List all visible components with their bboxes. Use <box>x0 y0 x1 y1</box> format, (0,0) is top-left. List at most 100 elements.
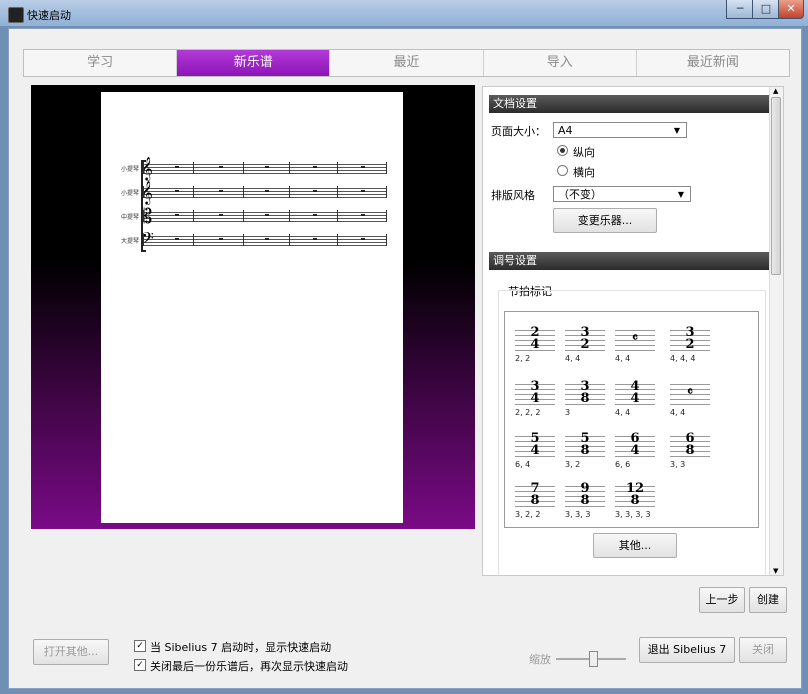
whole-rest <box>265 190 269 192</box>
time-signature-bottom: 8 <box>580 493 590 508</box>
close-icon[interactable]: ✕ <box>778 0 804 19</box>
beam-group-label: 4, 4 <box>565 354 581 363</box>
time-signature-glyph: 54 <box>515 432 555 458</box>
back-button[interactable]: 上一步 <box>699 587 745 613</box>
staff-bracket <box>141 160 146 252</box>
sibelius-app-icon <box>8 7 24 23</box>
exit-sibelius-button[interactable]: 退出 Sibelius 7 <box>639 637 735 663</box>
show-on-start-checkbox[interactable]: ✓ <box>134 640 146 652</box>
time-signature-glyph: 38 <box>565 380 605 406</box>
time-signature-glyph: 𝄴 <box>670 380 710 406</box>
time-signature-glyph: 78 <box>515 482 555 508</box>
barline <box>289 186 290 198</box>
tab-new-score[interactable]: 新乐谱 <box>177 50 331 76</box>
scroll-down-icon[interactable]: ▼ <box>773 567 778 575</box>
whole-rest <box>361 190 365 192</box>
barline <box>337 186 338 198</box>
settings-scrollbar[interactable]: ▲ ▼ <box>769 87 783 575</box>
barline <box>289 234 290 246</box>
staff-name: 中提琴 <box>120 214 139 221</box>
scrollbar-thumb[interactable] <box>771 97 781 275</box>
whole-rest <box>313 166 317 168</box>
time-signature-bottom: 4 <box>530 391 540 406</box>
barline <box>243 210 244 222</box>
staff-lines <box>143 210 387 222</box>
staff-lines <box>143 162 387 174</box>
whole-rest <box>361 166 365 168</box>
portrait-radio[interactable] <box>557 145 568 156</box>
barline <box>289 162 290 174</box>
time-signature-glyph: 58 <box>565 432 605 458</box>
title-bar: 快速启动 ─ □ ✕ <box>0 0 808 26</box>
beam-group-label: 6, 6 <box>615 460 631 469</box>
page-size-label: 页面大小： <box>491 125 546 138</box>
maximize-icon[interactable]: □ <box>752 0 780 19</box>
beam-group-label: 3, 3, 3 <box>565 510 591 519</box>
house-style-select[interactable]: （不变） ▼ <box>553 186 691 202</box>
key-settings-header: 调号设置 <box>489 252 769 270</box>
minimize-icon[interactable]: ─ <box>726 0 754 19</box>
time-signature-bottom: 4 <box>630 391 640 406</box>
time-signature-glyph: 44 <box>615 380 655 406</box>
dropdown-arrow-icon: ▼ <box>673 126 680 135</box>
beam-group-label: 4, 4 <box>615 408 631 417</box>
tab-latest-news[interactable]: 最近新闻 <box>636 50 790 76</box>
page-size-value: A4 <box>558 124 573 137</box>
settings-panel: 文档设置 页面大小： A4 ▼ 纵向 横向 排版风格 （不变） ▼ 变更乐器... … <box>482 86 784 576</box>
whole-rest <box>265 238 269 240</box>
beam-group-label: 4, 4, 4 <box>670 354 696 363</box>
time-signature-glyph: 64 <box>615 432 655 458</box>
show-after-close-checkbox[interactable]: ✓ <box>134 659 146 671</box>
change-instruments-button[interactable]: 变更乐器... <box>553 208 657 233</box>
whole-rest <box>361 238 365 240</box>
landscape-label: 横向 <box>573 166 595 179</box>
time-signature-glyph: 𝄴 <box>615 326 655 352</box>
whole-rest <box>313 214 317 216</box>
time-signature-top: 𝄴 <box>687 385 693 400</box>
barline <box>337 234 338 246</box>
beam-group-label: 3, 2 <box>565 460 581 469</box>
zoom-slider-thumb[interactable] <box>589 651 598 667</box>
barline <box>386 234 387 246</box>
dropdown-arrow-icon: ▼ <box>677 190 684 199</box>
whole-rest <box>175 214 179 216</box>
other-time-signature-button[interactable]: 其他... <box>593 533 677 558</box>
show-after-close-label: 关闭最后一份乐谱后，再次显示快速启动 <box>150 660 348 673</box>
scroll-up-icon[interactable]: ▲ <box>773 87 778 95</box>
time-signature-glyph: 34 <box>515 380 555 406</box>
create-button[interactable]: 创建 <box>749 587 787 613</box>
time-signature-glyph: 98 <box>565 482 605 508</box>
close-button[interactable]: 关闭 <box>739 637 787 663</box>
page-size-select[interactable]: A4 ▼ <box>553 122 687 138</box>
barline <box>193 210 194 222</box>
staff-lines <box>143 186 387 198</box>
beam-group-label: 3 <box>565 408 571 417</box>
barline <box>193 234 194 246</box>
window-title: 快速启动 <box>27 9 71 22</box>
barline <box>193 186 194 198</box>
whole-rest <box>219 166 223 168</box>
barline <box>193 162 194 174</box>
whole-rest <box>175 190 179 192</box>
open-other-button[interactable]: 打开其他... <box>33 639 109 665</box>
beam-group-label: 4, 4 <box>615 354 631 363</box>
barline <box>386 186 387 198</box>
time-signature-bottom: 4 <box>530 337 540 352</box>
staff-name: 小提琴 <box>120 190 139 197</box>
whole-rest <box>219 214 223 216</box>
time-signature-bottom: 8 <box>530 493 540 508</box>
barline <box>243 162 244 174</box>
staff-name: 大提琴 <box>120 238 139 245</box>
landscape-radio[interactable] <box>557 165 568 176</box>
tab-learn[interactable]: 学习 <box>24 50 178 76</box>
time-signature-glyph: 32 <box>670 326 710 352</box>
tab-recent[interactable]: 最近 <box>330 50 484 76</box>
quick-start-dialog: 学习 新乐谱 最近 导入 最近新闻 小提琴 𝄞 小提琴 𝄞 中提琴 𝄡 大提琴 𝄢 文档设置 … <box>8 28 802 689</box>
barline <box>337 162 338 174</box>
beam-group-label: 2, 2, 2 <box>515 408 541 417</box>
beam-group-label: 3, 2, 2 <box>515 510 541 519</box>
barline <box>243 186 244 198</box>
whole-rest <box>219 190 223 192</box>
staff: 𝄡 <box>141 204 387 228</box>
tab-import[interactable]: 导入 <box>483 50 637 76</box>
